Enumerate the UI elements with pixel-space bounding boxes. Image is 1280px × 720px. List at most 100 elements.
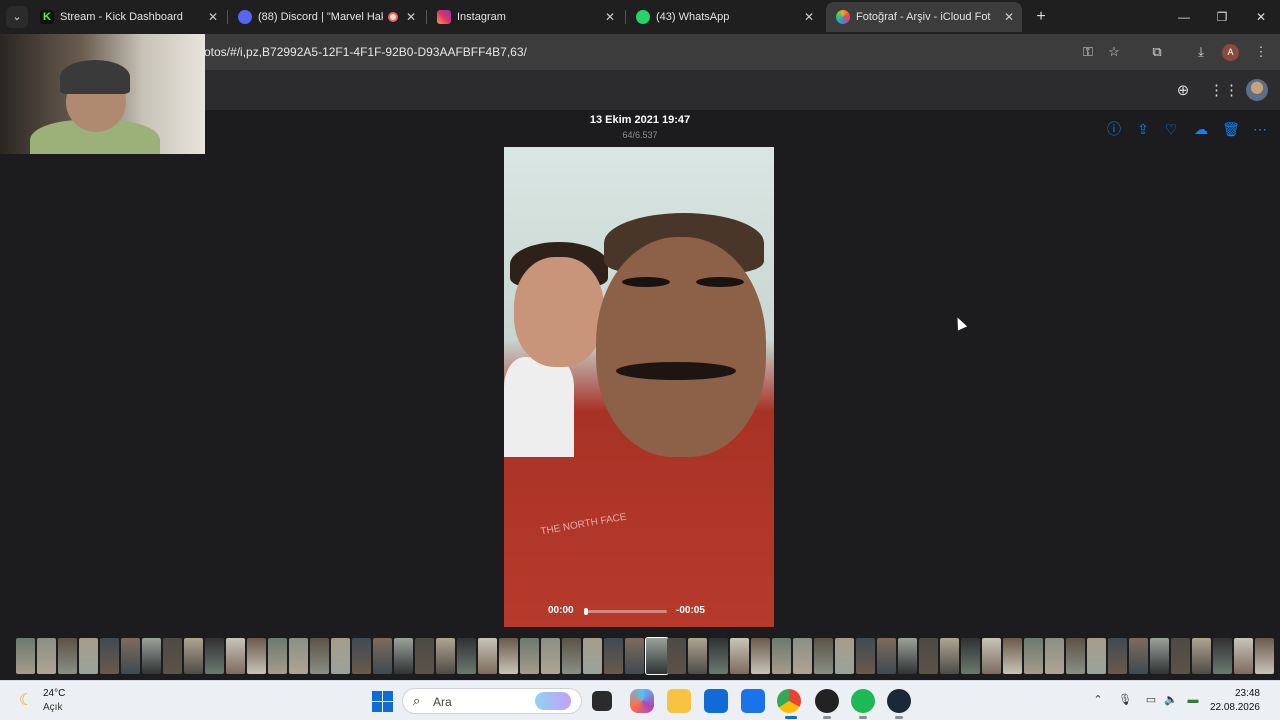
filmstrip-thumbnail[interactable] [1171,638,1190,674]
weather-moon-icon[interactable]: ☾ [16,691,36,711]
weather-description[interactable]: Açık [43,702,62,713]
trash-icon[interactable]: 🗑 [1222,120,1240,138]
address-bar-url[interactable]: otos/#/i,pz,B72992A5-12F1-4F1F-92B0-D93A… [204,45,527,59]
thumbnail-filmstrip[interactable] [0,634,1280,676]
filmstrip-thumbnail[interactable] [79,638,98,674]
filmstrip-thumbnail[interactable] [1234,638,1253,674]
weather-temperature[interactable]: 24°C [43,688,65,699]
filmstrip-thumbnail[interactable] [751,638,770,674]
filmstrip-thumbnail[interactable] [1150,638,1169,674]
filmstrip-thumbnail[interactable] [1087,638,1106,674]
tab-close-icon[interactable]: ✕ [208,2,218,32]
filmstrip-thumbnail[interactable] [1024,638,1043,674]
spotify-icon[interactable] [851,689,875,713]
more-options-icon[interactable]: ⋯ [1251,120,1269,138]
filmstrip-thumbnail[interactable] [730,638,749,674]
filmstrip-thumbnail[interactable] [1066,638,1085,674]
filmstrip-thumbnail[interactable] [268,638,287,674]
filmstrip-thumbnail[interactable] [184,638,203,674]
filmstrip-thumbnail[interactable] [688,638,707,674]
filmstrip-thumbnail[interactable] [352,638,371,674]
tab-search-chevron-icon[interactable]: ⌄ [6,6,28,28]
filmstrip-thumbnail[interactable] [394,638,413,674]
filmstrip-thumbnail[interactable] [205,638,224,674]
clock-time[interactable]: 23:48 [1235,688,1260,699]
mail-icon[interactable] [741,689,765,713]
clock-date[interactable]: 22.08.2026 [1210,702,1260,713]
filmstrip-thumbnail[interactable] [37,638,56,674]
app-grid-icon[interactable]: ⋮⋮ [1209,81,1239,101]
tab-close-icon[interactable]: ✕ [406,2,416,32]
tab-close-icon[interactable]: ✕ [1004,2,1014,32]
store-icon[interactable] [704,689,728,713]
copilot-icon[interactable] [630,689,654,713]
tab-discord[interactable]: (88) Discord | "Marvel Hakkında" ✕ [228,2,424,32]
filmstrip-thumbnail[interactable] [1255,638,1274,674]
tab-close-icon[interactable]: ✕ [804,2,814,32]
filmstrip-thumbnail[interactable] [562,638,581,674]
filmstrip-thumbnail[interactable] [645,637,669,675]
filmstrip-thumbnail[interactable] [247,638,266,674]
filmstrip-thumbnail[interactable] [1129,638,1148,674]
filmstrip-thumbnail[interactable] [1213,638,1232,674]
share-icon[interactable]: ⇪ [1134,120,1152,138]
download-cloud-icon[interactable]: ☁ [1192,120,1210,138]
steam-icon[interactable] [887,689,911,713]
filmstrip-thumbnail[interactable] [961,638,980,674]
filmstrip-thumbnail[interactable] [163,638,182,674]
bookmark-star-icon[interactable]: ☆ [1105,43,1123,61]
filmstrip-thumbnail[interactable] [310,638,329,674]
filmstrip-thumbnail[interactable] [226,638,245,674]
filmstrip-thumbnail[interactable] [289,638,308,674]
filmstrip-thumbnail[interactable] [814,638,833,674]
filmstrip-thumbnail[interactable] [709,638,728,674]
filmstrip-thumbnail[interactable] [667,638,686,674]
downloads-icon[interactable]: ⤓ [1192,43,1210,61]
filmstrip-thumbnail[interactable] [436,638,455,674]
network-icon[interactable]: ▭ [1143,692,1159,708]
filmstrip-thumbnail[interactable] [373,638,392,674]
add-icon[interactable]: ⊕ [1173,81,1193,101]
start-button[interactable] [370,689,394,713]
filmstrip-thumbnail[interactable] [940,638,959,674]
filmstrip-thumbnail[interactable] [793,638,812,674]
restore-icon[interactable]: ❐ [1211,6,1233,28]
filmstrip-thumbnail[interactable] [604,638,623,674]
filmstrip-thumbnail[interactable] [58,638,77,674]
filmstrip-thumbnail[interactable] [877,638,896,674]
battery-icon[interactable]: ▬ [1185,692,1201,708]
task-view-icon[interactable] [592,691,612,711]
filmstrip-thumbnail[interactable] [1003,638,1022,674]
filmstrip-thumbnail[interactable] [625,638,644,674]
filmstrip-thumbnail[interactable] [100,638,119,674]
filmstrip-thumbnail[interactable] [331,638,350,674]
tab-close-icon[interactable]: ✕ [605,2,615,32]
filmstrip-thumbnail[interactable] [898,638,917,674]
tab-kick[interactable]: K Stream - Kick Dashboard ✕ [30,2,226,32]
microphone-icon[interactable]: 🎙 [1117,692,1133,708]
tab-icloud-photos[interactable]: Fotoğraf - Arşiv - iCloud Fotoğrafları ✕ [826,2,1022,32]
obs-icon[interactable] [815,689,839,713]
filmstrip-thumbnail[interactable] [982,638,1001,674]
video-frame[interactable]: THE NORTH FACE 00:00 -00:05 [504,147,774,627]
tab-whatsapp[interactable]: (43) WhatsApp ✕ [626,2,822,32]
user-avatar[interactable] [1246,79,1268,101]
filmstrip-thumbnail[interactable] [583,638,602,674]
video-scrubber-knob[interactable] [584,608,588,615]
password-key-icon[interactable]: ⚿ [1079,43,1097,61]
filmstrip-thumbnail[interactable] [457,638,476,674]
chrome-icon[interactable] [777,689,801,713]
filmstrip-thumbnail[interactable] [121,638,140,674]
minimize-icon[interactable]: — [1173,6,1195,28]
filmstrip-thumbnail[interactable] [1108,638,1127,674]
filmstrip-thumbnail[interactable] [415,638,434,674]
filmstrip-thumbnail[interactable] [478,638,497,674]
new-tab-button[interactable]: + [1030,6,1052,28]
filmstrip-thumbnail[interactable] [16,638,35,674]
filmstrip-thumbnail[interactable] [1045,638,1064,674]
taskbar-search[interactable]: ⌕ Ara [402,688,582,714]
filmstrip-thumbnail[interactable] [142,638,161,674]
filmstrip-thumbnail[interactable] [541,638,560,674]
profile-avatar[interactable]: A [1222,44,1239,61]
file-explorer-icon[interactable] [667,689,691,713]
